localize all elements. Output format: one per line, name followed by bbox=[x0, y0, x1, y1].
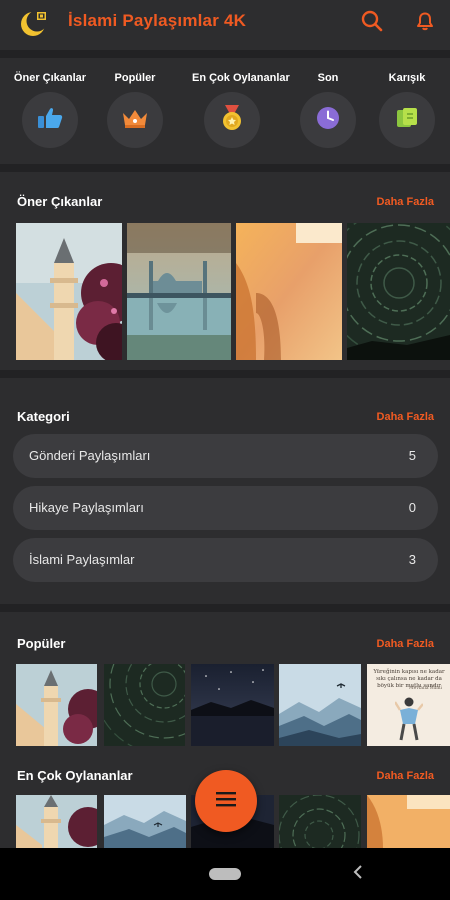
search-icon bbox=[361, 10, 383, 37]
popular-image-misty-hills[interactable] bbox=[279, 664, 361, 746]
popular-more-link[interactable]: Daha Fazla bbox=[377, 638, 434, 650]
divider bbox=[0, 604, 450, 612]
quick-nav-most-voted[interactable]: En Çok Oylananlar bbox=[192, 72, 290, 148]
most-voted-image-star-trails[interactable] bbox=[279, 795, 361, 848]
quick-nav-label: En Çok Oylananlar bbox=[192, 72, 290, 84]
featured-section: Öner Çıkanlar Daha Fazla bbox=[0, 172, 450, 370]
quick-nav: Öner Çıkanlar Popüler En Çok Oylananlar … bbox=[0, 58, 450, 164]
divider bbox=[0, 164, 450, 172]
crescent-star-icon bbox=[18, 6, 52, 40]
category-label: Hikaye Paylaşımları bbox=[29, 500, 144, 515]
most-voted-image-misty-hills[interactable] bbox=[104, 795, 186, 848]
popular-image-minaret[interactable] bbox=[16, 664, 97, 746]
medal-icon bbox=[219, 104, 245, 137]
quick-nav-circle bbox=[107, 92, 163, 148]
search-button[interactable] bbox=[355, 6, 389, 40]
divider bbox=[0, 370, 450, 378]
most-voted-image-minaret[interactable] bbox=[16, 795, 97, 848]
category-count: 5 bbox=[408, 448, 416, 463]
quick-nav-circle bbox=[379, 92, 435, 148]
back-button[interactable] bbox=[348, 862, 368, 886]
featured-image-star-trails[interactable] bbox=[347, 223, 450, 360]
section-title: Popüler bbox=[17, 636, 66, 651]
category-item[interactable]: Hikaye Paylaşımları 0 bbox=[13, 486, 438, 530]
quick-nav-featured[interactable]: Öner Çıkanlar bbox=[10, 72, 90, 148]
section-title: En Çok Oylananlar bbox=[17, 768, 133, 783]
system-nav-bar bbox=[0, 848, 450, 900]
bell-icon bbox=[414, 10, 436, 37]
featured-image-hand-light[interactable] bbox=[236, 223, 342, 360]
category-count: 0 bbox=[408, 500, 416, 515]
clock-icon bbox=[315, 105, 341, 136]
section-title: Kategori bbox=[17, 409, 70, 424]
thumbs-up-icon bbox=[36, 106, 64, 135]
home-pill-icon[interactable] bbox=[209, 868, 241, 880]
featured-more-link[interactable]: Daha Fazla bbox=[377, 196, 434, 208]
category-label: Gönderi Paylaşımları bbox=[29, 448, 151, 463]
menu-fab-button[interactable] bbox=[195, 770, 257, 832]
popular-image-star-trails[interactable] bbox=[104, 664, 185, 746]
popular-image-night-lake[interactable] bbox=[191, 664, 274, 746]
back-icon bbox=[353, 864, 363, 884]
category-item[interactable]: İslami Paylaşımlar 3 bbox=[13, 538, 438, 582]
shuffle-icon bbox=[394, 105, 420, 136]
quick-nav-label: Popüler bbox=[114, 72, 156, 84]
category-item[interactable]: Gönderi Paylaşımları 5 bbox=[13, 434, 438, 478]
quote-illustration bbox=[395, 697, 423, 741]
quick-nav-circle bbox=[22, 92, 78, 148]
featured-image-mosque[interactable] bbox=[127, 223, 231, 360]
quick-nav-popular[interactable]: Popüler bbox=[95, 72, 175, 148]
quote-author: Mevlana Rûmi bbox=[409, 686, 442, 691]
quick-nav-circle bbox=[204, 92, 260, 148]
divider bbox=[0, 50, 450, 58]
menu-icon bbox=[215, 790, 237, 813]
quick-nav-label: Son bbox=[317, 72, 339, 84]
featured-image-minaret[interactable] bbox=[16, 223, 122, 360]
most-voted-image-hand-light[interactable] bbox=[367, 795, 450, 848]
category-count: 3 bbox=[408, 552, 416, 567]
category-more-link[interactable]: Daha Fazla bbox=[377, 411, 434, 423]
most-voted-more-link[interactable]: Daha Fazla bbox=[377, 770, 434, 782]
quick-nav-label: Karışık bbox=[388, 72, 426, 84]
crown-icon bbox=[121, 107, 149, 134]
quick-nav-recent[interactable]: Son bbox=[288, 72, 368, 148]
popular-image-quote[interactable]: Yüreğinin kapısı ne kadar sıkı çalınsa n… bbox=[367, 664, 450, 746]
category-section: Kategori Daha Fazla Gönderi Paylaşımları… bbox=[0, 378, 450, 604]
section-title: Öner Çıkanlar bbox=[17, 194, 103, 209]
quick-nav-circle bbox=[300, 92, 356, 148]
quick-nav-mixed[interactable]: Karışık bbox=[367, 72, 447, 148]
quick-nav-label: Öner Çıkanlar bbox=[13, 72, 87, 84]
notification-button[interactable] bbox=[408, 6, 442, 40]
app-title: İslami Paylaşımlar 4K bbox=[68, 11, 247, 30]
category-label: İslami Paylaşımlar bbox=[29, 552, 135, 567]
app-bar: İslami Paylaşımlar 4K bbox=[0, 0, 450, 50]
